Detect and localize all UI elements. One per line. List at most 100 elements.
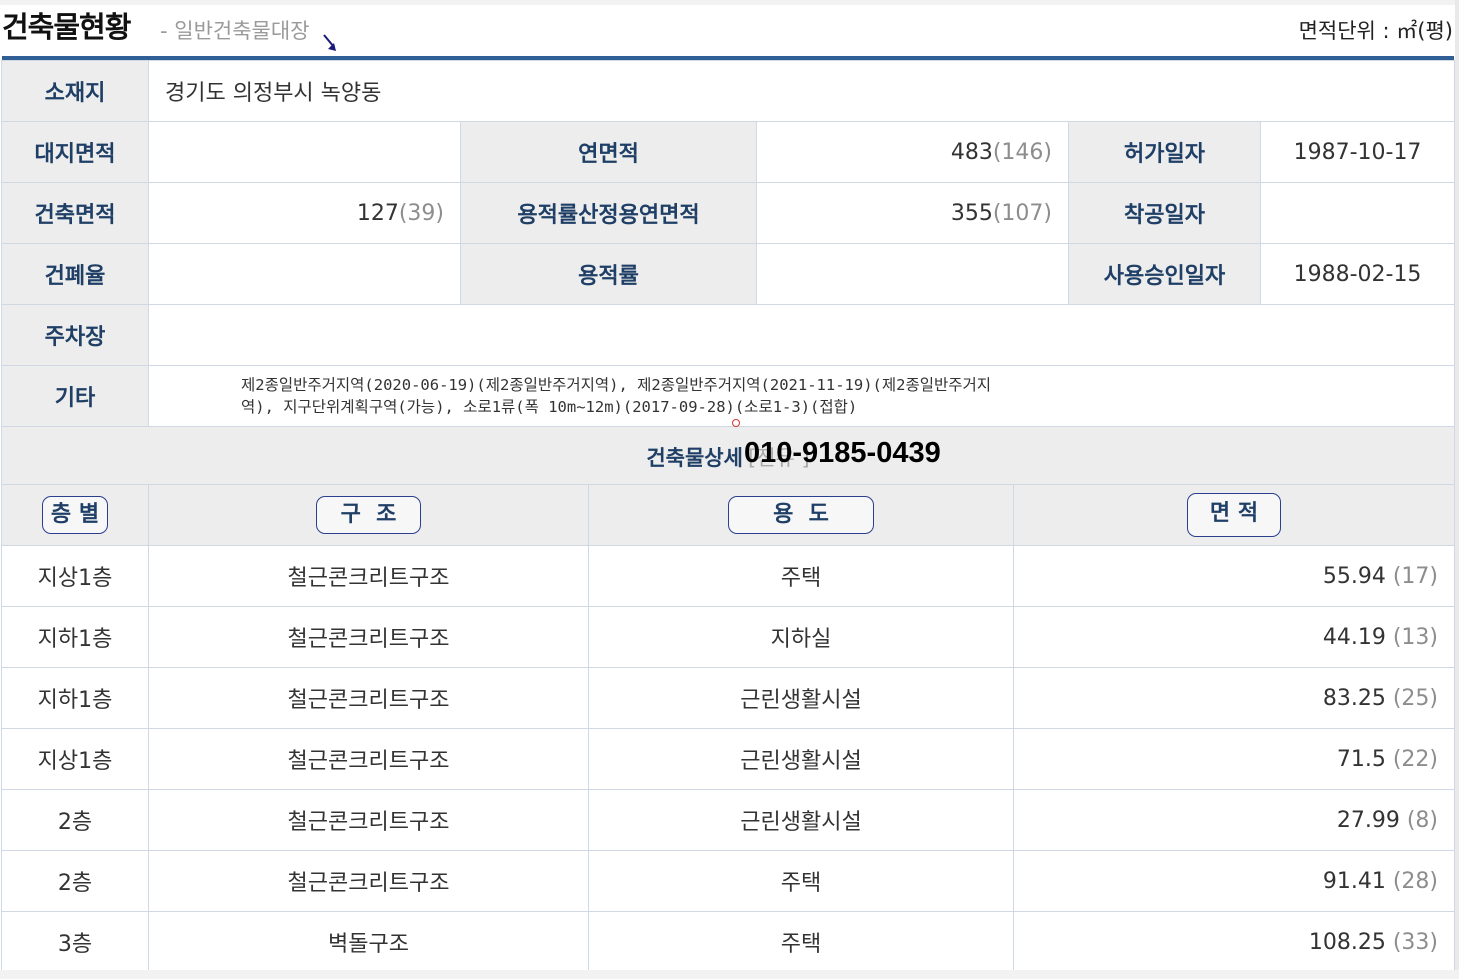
- top-border: [0, 0, 1459, 5]
- building-area-pyeong: (39): [398, 200, 444, 226]
- page-title: 건축물현황: [2, 10, 131, 44]
- row-building-area: 건축면적 127(39) 용적률산정용연면적 355(107) 착공일자: [1, 182, 1456, 244]
- area-value: 83.25: [1322, 685, 1386, 711]
- structure-cell: 철근콘크리트구조: [148, 789, 589, 851]
- structure-cell: 철근콘크리트구조: [148, 728, 589, 790]
- area-value: 27.99: [1336, 807, 1400, 833]
- usage-header-cell: 용 도: [588, 484, 1014, 546]
- table-row: 지하1층 철근콘크리트구조 지하실 44.19 (13): [1, 606, 1455, 668]
- floor-detail-table: 층 별 구 조 용 도 면 적 지상1층 철근콘크리트구조 주택 55.94 (17)…: [1, 484, 1455, 973]
- structure-cell: 벽돌구조: [148, 911, 589, 973]
- area-pyeong: (8): [1406, 807, 1438, 833]
- structure-cell: 철근콘크리트구조: [148, 667, 589, 729]
- structure-header-cell: 구 조: [148, 484, 589, 546]
- floor-cell: 지상1층: [1, 545, 149, 607]
- row-coverage: 건폐율 용적률 사용승인일자 1988-02-15: [1, 243, 1456, 305]
- row-site-area: 대지면적 연면적 483(146) 허가일자 1987-10-17: [1, 121, 1456, 183]
- area-cell: 27.99 (8): [1013, 789, 1455, 851]
- etc-cell: 제2종일반주거지역(2020-06-19)(제2종일반주거지역), 제2종일반주…: [147, 365, 1456, 427]
- floor-cell: 2층: [1, 850, 149, 912]
- approval-date-value: 1988-02-15: [1259, 243, 1456, 305]
- cursor-arrow-icon: [323, 34, 336, 51]
- table-row: 2층 철근콘크리트구조 근린생활시설 27.99 (8): [1, 789, 1455, 851]
- floor-column-header[interactable]: 층 별: [41, 496, 109, 534]
- etc-label: 기타: [1, 365, 149, 427]
- row-parking: 주차장: [1, 304, 1456, 366]
- table-row: 2층 철근콘크리트구조 주택 91.41 (28): [1, 850, 1455, 912]
- coverage-value: [148, 243, 461, 305]
- far-value: [756, 243, 1069, 305]
- phone-overlay: 010-9185-0439: [744, 437, 941, 469]
- far-floor-area-pyeong: (107): [992, 200, 1052, 226]
- approval-date-label: 사용승인일자: [1068, 243, 1261, 305]
- parking-value: [147, 304, 1456, 366]
- total-floor-area-value: 483: [950, 139, 993, 165]
- total-floor-area-pyeong: (146): [992, 139, 1052, 165]
- page-subtitle: - 일반건축물대장: [160, 19, 310, 43]
- usage-cell: 주택: [588, 911, 1014, 973]
- start-date-label: 착공일자: [1068, 182, 1261, 244]
- table-row: 3층 벽돌구조 주택 108.25 (33): [1, 911, 1455, 973]
- floor-cell: 지하1층: [1, 667, 149, 729]
- permit-date-value: 1987-10-17: [1259, 121, 1456, 183]
- table-row: 지상1층 철근콘크리트구조 주택 55.94 (17): [1, 545, 1455, 607]
- far-label: 용적률: [460, 243, 757, 305]
- area-cell: 44.19 (13): [1013, 606, 1455, 668]
- table-row: 지하1층 철근콘크리트구조 근린생활시설 83.25 (25): [1, 667, 1455, 729]
- usage-cell: 주택: [588, 850, 1014, 912]
- total-floor-area-label: 연면적: [460, 121, 757, 183]
- area-pyeong: (13): [1392, 624, 1438, 650]
- structure-cell: 철근콘크리트구조: [148, 545, 589, 607]
- area-value: 71.5: [1336, 746, 1386, 772]
- coverage-label: 건폐율: [1, 243, 149, 305]
- row-detail-header: 건축물상세 [전유 ] 010-9185-0439: [0, 426, 1456, 488]
- row-location: 소재지 경기도 의정부시 녹양동: [1, 60, 1456, 122]
- area-cell: 83.25 (25): [1013, 667, 1455, 729]
- area-unit-label: 면적단위 : ㎡(평): [1298, 19, 1453, 43]
- usage-cell: 근린생활시설: [588, 728, 1014, 790]
- area-pyeong: (33): [1392, 929, 1438, 955]
- area-pyeong: (17): [1392, 563, 1438, 589]
- table-row: 지상1층 철근콘크리트구조 근린생활시설 71.5 (22): [1, 728, 1455, 790]
- area-cell: 108.25 (33): [1013, 911, 1455, 973]
- building-status-panel: 건축물현황 - 일반건축물대장 면적단위 : ㎡(평) 소재지 경기도 의정부시…: [0, 0, 1459, 979]
- area-value: 108.25: [1308, 929, 1386, 955]
- floor-header-cell: 층 별: [1, 484, 149, 546]
- detail-title: 건축물상세: [646, 446, 743, 470]
- site-area-value: [148, 121, 461, 183]
- row-etc: 기타 제2종일반주거지역(2020-06-19)(제2종일반주거지역), 제2종…: [1, 365, 1456, 427]
- structure-column-header[interactable]: 구 조: [315, 496, 422, 534]
- usage-cell: 주택: [588, 545, 1014, 607]
- area-pyeong: (25): [1392, 685, 1438, 711]
- far-floor-area-label: 용적률산정용연면적: [460, 182, 757, 244]
- area-cell: 91.41 (28): [1013, 850, 1455, 912]
- building-info-table: 소재지 경기도 의정부시 녹양동 대지면적 연면적 483(146) 허가일자 …: [0, 60, 1456, 488]
- location-label: 소재지: [1, 60, 149, 122]
- red-marker-icon: [732, 419, 740, 427]
- parking-label: 주차장: [1, 304, 149, 366]
- site-area-label: 대지면적: [1, 121, 149, 183]
- floor-cell: 지하1층: [1, 606, 149, 668]
- building-area-value: 127: [356, 200, 399, 226]
- bottom-border: [0, 970, 1459, 979]
- usage-cell: 근린생활시설: [588, 667, 1014, 729]
- building-area-cell: 127(39): [148, 182, 461, 244]
- usage-column-header[interactable]: 용 도: [728, 496, 874, 534]
- area-pyeong: (22): [1392, 746, 1438, 772]
- permit-date-label: 허가일자: [1068, 121, 1261, 183]
- area-value: 44.19: [1322, 624, 1386, 650]
- location-value: 경기도 의정부시 녹양동: [147, 60, 1456, 122]
- etc-value: 제2종일반주거지역(2020-06-19)(제2종일반주거지역), 제2종일반주…: [241, 376, 992, 416]
- area-value: 55.94: [1322, 563, 1386, 589]
- right-edge: [1455, 0, 1459, 979]
- floor-cell: 2층: [1, 789, 149, 851]
- structure-cell: 철근콘크리트구조: [148, 850, 589, 912]
- building-area-label: 건축면적: [1, 182, 149, 244]
- floor-cell: 지상1층: [1, 728, 149, 790]
- area-cell: 55.94 (17): [1013, 545, 1455, 607]
- floor-table-header: 층 별 구 조 용 도 면 적: [1, 484, 1455, 546]
- start-date-value: [1259, 182, 1456, 244]
- area-column-header[interactable]: 면 적: [1186, 493, 1282, 537]
- floor-rows: 지상1층 철근콘크리트구조 주택 55.94 (17) 지하1층 철근콘크리트구조 지하실 4…: [1, 545, 1455, 973]
- far-floor-area-value: 355: [950, 200, 993, 226]
